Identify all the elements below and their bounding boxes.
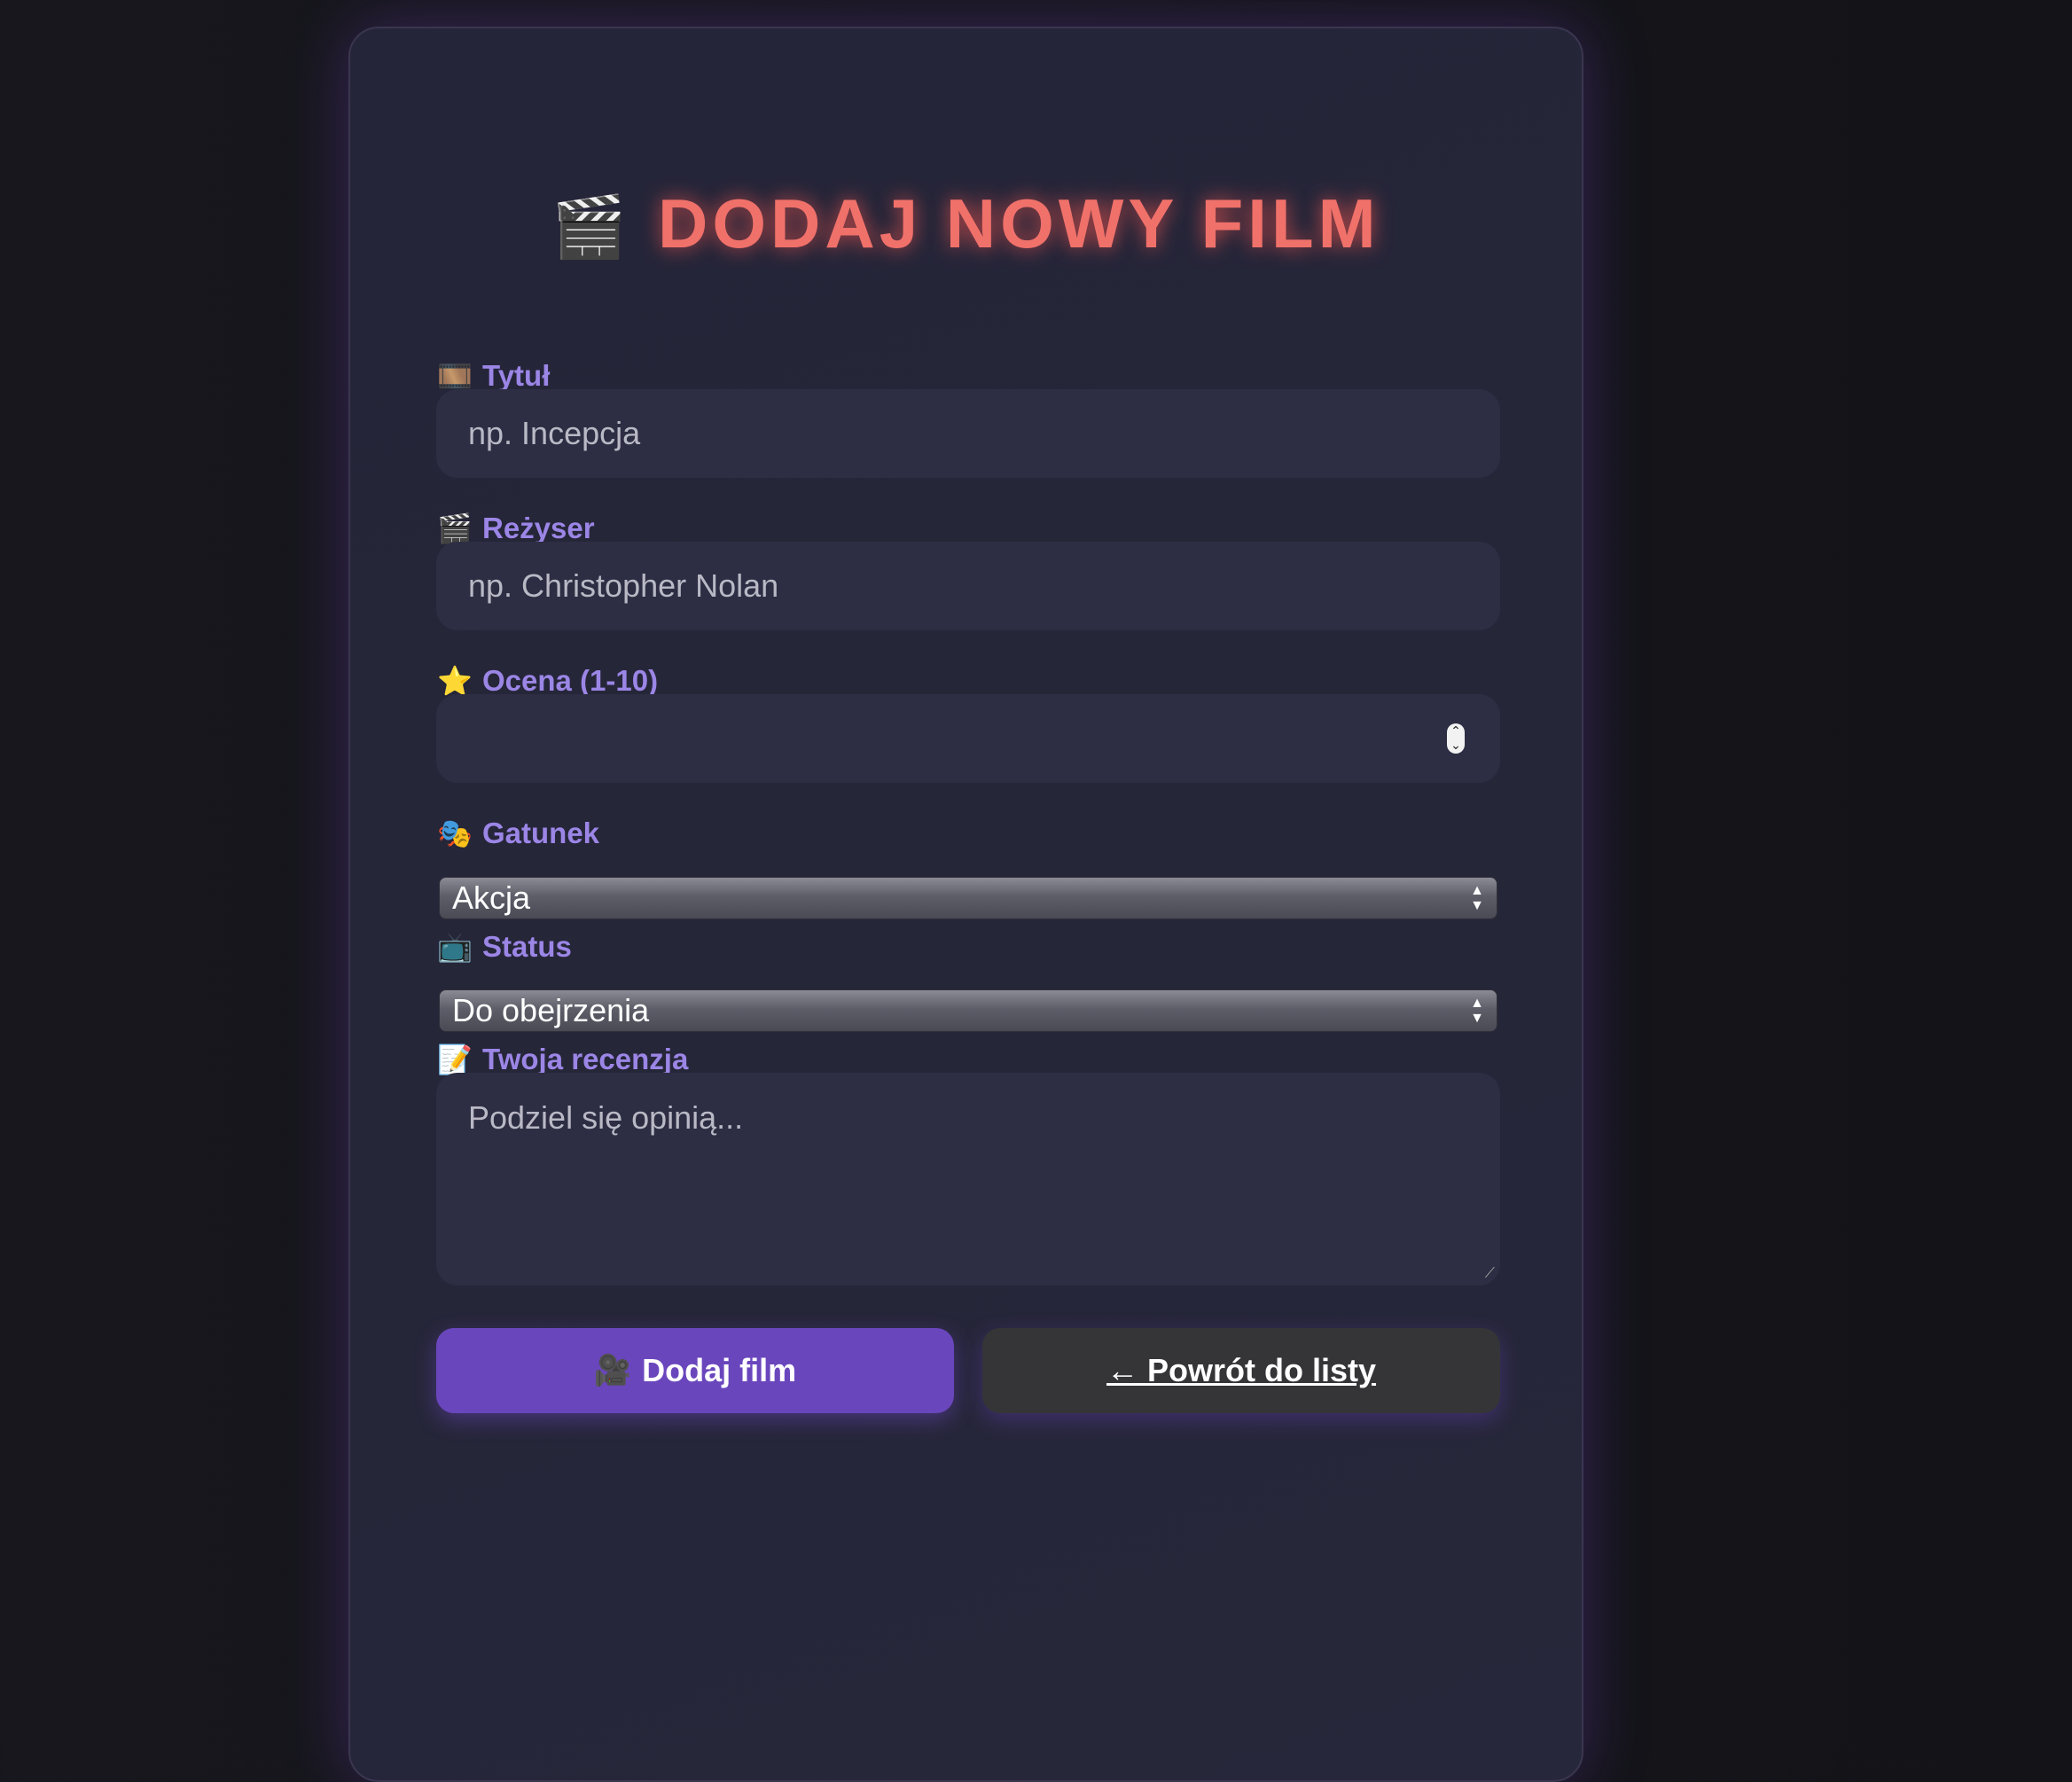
genre-select-value: Akcja <box>452 879 531 916</box>
rating-input[interactable]: ⌃ ⌄ <box>436 694 1500 783</box>
clapperboard-icon: 🎬 <box>551 193 632 261</box>
back-to-list-label: ← Powrót do listy <box>1106 1352 1376 1388</box>
back-to-list-link[interactable]: ← Powrót do listy <box>982 1328 1500 1413</box>
select-arrows-icon: ▲ ▼ <box>1470 996 1484 1026</box>
movie-camera-icon: 🎥 <box>593 1354 632 1387</box>
director-label-text: Reżyser <box>482 512 595 544</box>
rating-label: ⭐ Ocena (1-10) <box>436 664 658 698</box>
review-textarea-placeholder: Podziel się opinią... <box>468 1099 744 1136</box>
page-title: 🎬 DODAJ NOWY FILM <box>350 184 1582 264</box>
review-label: 📝 Twoja recenzja <box>436 1043 688 1076</box>
add-film-button[interactable]: 🎥 Dodaj film <box>436 1328 954 1413</box>
page-title-text: DODAJ NOWY FILM <box>658 184 1380 262</box>
director-label: 🎬 Reżyser <box>436 512 595 545</box>
television-icon: 📺 <box>437 931 473 963</box>
star-icon: ⭐ <box>437 665 473 697</box>
clapperboard-icon: 🎬 <box>437 512 473 544</box>
review-textarea[interactable]: Podziel się opinią... ⟋ <box>436 1073 1500 1286</box>
title-label-text: Tytuł <box>482 359 551 392</box>
genre-label: 🎭 Gatunek <box>436 817 599 850</box>
status-select[interactable]: Do obejrzenia ▲ ▼ <box>439 989 1497 1032</box>
number-stepper-icon[interactable]: ⌃ ⌄ <box>1447 723 1465 754</box>
title-label: 🎞️ Tytuł <box>436 359 550 393</box>
theater-masks-icon: 🎭 <box>437 817 473 849</box>
director-input[interactable]: np. Christopher Nolan <box>436 542 1500 630</box>
status-label: 📺 Status <box>436 930 572 964</box>
resize-handle-icon[interactable]: ⟋ <box>1485 1266 1495 1282</box>
genre-label-text: Gatunek <box>482 817 600 849</box>
title-input-placeholder: np. Incepcja <box>468 415 641 451</box>
title-input[interactable]: np. Incepcja <box>436 389 1500 478</box>
status-label-text: Status <box>482 930 572 963</box>
rating-label-text: Ocena (1-10) <box>482 664 659 697</box>
director-input-placeholder: np. Christopher Nolan <box>468 567 779 604</box>
film-frames-icon: 🎞️ <box>437 360 473 392</box>
form-card: 🎬 DODAJ NOWY FILM 🎞️ Tytuł np. Incepcja 🎬 R… <box>348 27 1583 1782</box>
memo-icon: 📝 <box>437 1043 473 1075</box>
status-select-value: Do obejrzenia <box>452 992 650 1028</box>
select-arrows-icon: ▲ ▼ <box>1470 883 1484 913</box>
review-label-text: Twoja recenzja <box>482 1043 689 1075</box>
add-film-button-label: Dodaj film <box>642 1352 797 1388</box>
genre-select[interactable]: Akcja ▲ ▼ <box>439 877 1497 919</box>
